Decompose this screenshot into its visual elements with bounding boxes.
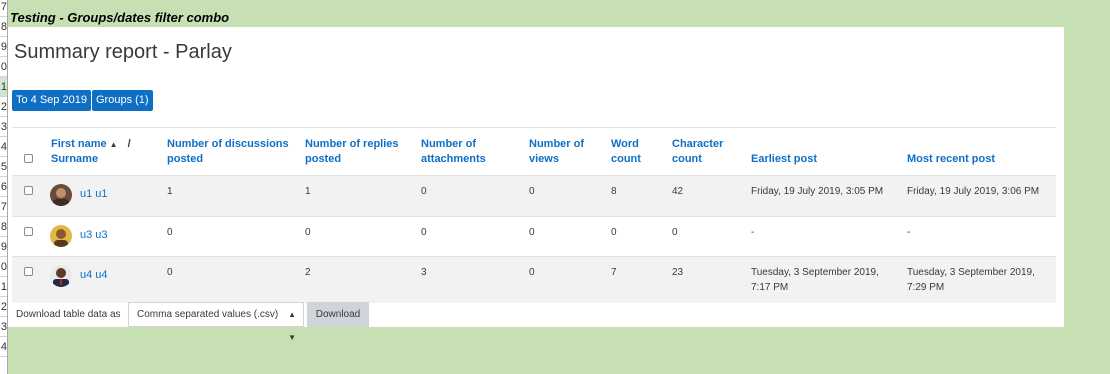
header-line: count — [672, 153, 702, 165]
character-count: 0 — [672, 227, 678, 238]
most-recent-post-date: - — [907, 227, 911, 238]
header-line: count — [611, 153, 641, 165]
header-line: views — [529, 153, 559, 165]
most-recent-post-date: Tuesday, 3 September 2019, 7:29 PM — [907, 265, 1035, 295]
row-number: 1 — [0, 277, 7, 297]
row-checkbox[interactable] — [24, 227, 33, 236]
header-line: Number of replies — [305, 138, 399, 150]
discussions-count: 1 — [167, 186, 173, 197]
row-number: 0 — [0, 257, 7, 277]
groups-filter-button[interactable]: Groups (1) — [92, 90, 153, 111]
row-number: 4 — [0, 137, 7, 157]
header-line: Character — [672, 138, 724, 150]
column-header-most-recent-post[interactable]: Most recent post — [907, 152, 995, 167]
sort-surname-link[interactable]: Surname — [51, 153, 98, 165]
user-name-link[interactable]: u4 u4 — [80, 269, 108, 281]
table-row: u4 u4 0 2 3 0 7 23 Tuesday, 3 September … — [12, 256, 1056, 303]
download-bar: Download table data as Comma separated v… — [8, 302, 408, 342]
row-number: 3 — [0, 317, 7, 337]
attachments-count: 3 — [421, 267, 427, 278]
row-checkbox[interactable] — [24, 267, 33, 276]
attachments-count: 0 — [421, 186, 427, 197]
sort-first-name-link[interactable]: First name — [51, 138, 107, 150]
download-format-select[interactable]: Comma separated values (.csv) ▲ ▼ — [128, 302, 304, 342]
download-button[interactable]: Download — [307, 302, 369, 327]
row-number: 7 — [0, 197, 7, 217]
report-panel: Summary report - Parlay To 4 Sep 2019 Gr… — [8, 27, 1064, 342]
summary-table: First name ▲ / Surname Number of discussio… — [12, 127, 1056, 303]
row-number: 6 — [0, 177, 7, 197]
discussions-count: 0 — [167, 267, 173, 278]
spreadsheet-row-numbers: 7 8 9 0 1 2 3 4 5 6 7 8 9 0 1 2 3 4 — [0, 0, 8, 374]
row-number: 8 — [0, 17, 7, 37]
header-line: attachments — [421, 153, 486, 165]
column-header-character-count[interactable]: Character count — [672, 137, 723, 167]
views-count: 0 — [529, 186, 535, 197]
user-name-link[interactable]: u1 u1 — [80, 188, 108, 200]
word-count: 8 — [611, 186, 617, 197]
header-line: Number of — [421, 138, 476, 150]
sort-ascending-icon: ▲ — [109, 140, 118, 149]
date-line: Tuesday, 3 September 2019, — [907, 267, 1035, 278]
column-header-views[interactable]: Number of views — [529, 137, 584, 167]
column-header-word-count[interactable]: Word count — [611, 137, 641, 167]
header-line: Word — [611, 138, 639, 150]
row-number: 3 — [0, 117, 7, 137]
row-number: 7 — [0, 0, 7, 17]
row-number: 2 — [0, 97, 7, 117]
header-line: Number of discussions — [167, 138, 289, 150]
discussions-count: 0 — [167, 227, 173, 238]
earliest-post-date: Friday, 19 July 2019, 3:05 PM — [751, 186, 884, 197]
header-line: posted — [305, 153, 342, 165]
earliest-post-date: - — [751, 227, 755, 238]
row-number: 5 — [0, 157, 7, 177]
select-all-checkbox[interactable] — [24, 154, 33, 163]
row-number: 2 — [0, 297, 7, 317]
sheet-caption: Testing - Groups/dates filter combo — [10, 10, 230, 25]
table-row: u1 u1 1 1 0 0 8 42 Friday, 19 July 2019,… — [12, 175, 1056, 216]
date-line: Tuesday, 3 September 2019, — [751, 267, 879, 278]
row-number: 0 — [0, 57, 7, 77]
views-count: 0 — [529, 267, 535, 278]
table-row: u3 u3 0 0 0 0 0 0 - - — [12, 216, 1056, 256]
user-avatar[interactable] — [50, 225, 72, 247]
time-line: 7:29 PM — [907, 282, 945, 293]
word-count: 7 — [611, 267, 617, 278]
attachments-count: 0 — [421, 227, 427, 238]
header-line: posted — [167, 153, 204, 165]
earliest-post-date: Tuesday, 3 September 2019, 7:17 PM — [751, 265, 879, 295]
column-header-discussions[interactable]: Number of discussions posted — [167, 137, 289, 167]
download-format-value: Comma separated values (.csv) — [137, 309, 279, 320]
name-separator: / — [127, 138, 131, 150]
character-count: 23 — [672, 267, 684, 278]
user-name-link[interactable]: u3 u3 — [80, 229, 108, 241]
column-header-earliest-post[interactable]: Earliest post — [751, 152, 817, 167]
most-recent-post-date: Friday, 19 July 2019, 3:06 PM — [907, 186, 1040, 197]
select-chevron-icon: ▲ ▼ — [288, 310, 296, 342]
row-number: 9 — [0, 37, 7, 57]
row-checkbox[interactable] — [24, 186, 33, 195]
column-header-replies[interactable]: Number of replies posted — [305, 137, 399, 167]
date-filter-button[interactable]: To 4 Sep 2019 — [12, 90, 91, 111]
replies-count: 0 — [305, 227, 311, 238]
column-header-name: First name ▲ / Surname — [51, 137, 131, 167]
views-count: 0 — [529, 227, 535, 238]
download-label: Download table data as — [16, 309, 121, 320]
table-header: First name ▲ / Surname Number of discussio… — [12, 127, 1056, 175]
time-line: 7:17 PM — [751, 282, 789, 293]
row-number: 4 — [0, 337, 7, 357]
user-avatar[interactable] — [50, 265, 72, 287]
user-avatar[interactable] — [50, 184, 72, 206]
header-line: Number of — [529, 138, 584, 150]
row-number: 1 — [0, 77, 7, 97]
page-title: Summary report - Parlay — [14, 41, 232, 63]
column-header-attachments[interactable]: Number of attachments — [421, 137, 486, 167]
replies-count: 1 — [305, 186, 311, 197]
word-count: 0 — [611, 227, 617, 238]
row-number: 9 — [0, 237, 7, 257]
character-count: 42 — [672, 186, 684, 197]
replies-count: 2 — [305, 267, 311, 278]
row-number: 8 — [0, 217, 7, 237]
